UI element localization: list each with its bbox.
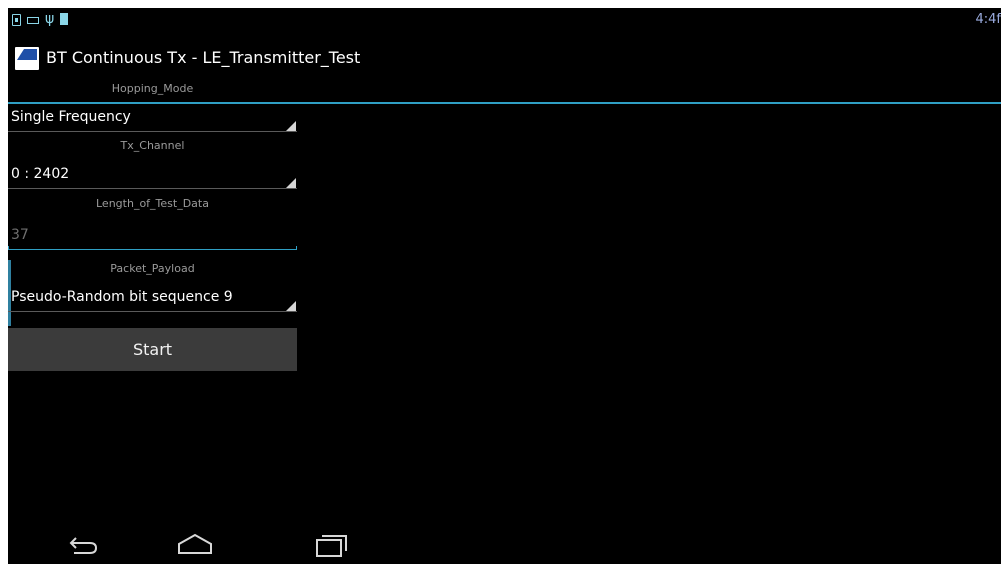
hopping-mode-value: Single Frequency xyxy=(11,109,131,125)
input-underline-left-tick xyxy=(8,246,9,250)
status-bar: ψ 4:4f xyxy=(8,8,1001,35)
input-underline-right-tick xyxy=(296,246,297,250)
app-title: BT Continuous Tx - LE_Transmitter_Test xyxy=(46,48,361,67)
packet-payload-spinner[interactable]: Pseudo-Random bit sequence 9 xyxy=(8,284,297,312)
spinner-arrow-icon xyxy=(286,301,296,311)
app-logo-icon[interactable] xyxy=(15,47,39,70)
spinner-underline xyxy=(8,131,297,132)
length-of-test-data-input[interactable]: 37 xyxy=(8,220,297,250)
usb-icon: ψ xyxy=(45,11,55,27)
back-icon[interactable] xyxy=(66,532,102,556)
length-of-test-data-label: Length_of_Test_Data xyxy=(96,197,209,210)
spinner-arrow-icon xyxy=(286,121,296,131)
input-underline xyxy=(8,249,297,250)
hopping-mode-spinner[interactable]: Single Frequency xyxy=(8,104,297,132)
tx-channel-value: 0 : 2402 xyxy=(11,166,70,182)
status-time: 4:4f xyxy=(975,12,1001,27)
hopping-mode-label: Hopping_Mode xyxy=(111,82,194,95)
spinner-underline xyxy=(8,311,297,312)
navigation-bar xyxy=(8,528,1001,564)
packet-payload-value: Pseudo-Random bit sequence 9 xyxy=(11,289,233,305)
device-screen: ψ 4:4f BT Continuous Tx - LE_Transmitter… xyxy=(8,8,1001,564)
home-icon[interactable] xyxy=(176,532,214,556)
tx-channel-spinner[interactable]: 0 : 2402 xyxy=(8,161,297,189)
sim-card-icon xyxy=(12,14,21,26)
recent-apps-icon[interactable] xyxy=(313,532,349,558)
length-of-test-data-value: 37 xyxy=(11,227,29,243)
keyboard-icon xyxy=(27,17,39,24)
spinner-arrow-icon xyxy=(286,178,296,188)
spinner-underline xyxy=(8,188,297,189)
start-button[interactable]: Start xyxy=(8,328,297,371)
action-bar: BT Continuous Tx - LE_Transmitter_Test xyxy=(8,35,1001,104)
tx-channel-label: Tx_Channel xyxy=(120,139,185,152)
battery-icon xyxy=(60,13,68,25)
packet-payload-label: Packet_Payload xyxy=(110,262,195,275)
